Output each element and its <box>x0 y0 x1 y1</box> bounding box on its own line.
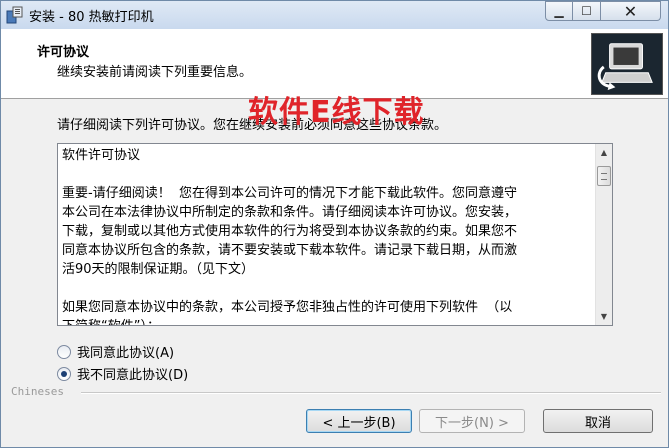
maximize-icon: ☐ <box>581 4 592 18</box>
divider <box>81 392 661 394</box>
maximize-button[interactable]: ☐ <box>573 1 601 21</box>
scroll-thumb[interactable] <box>597 166 611 186</box>
accept-radio[interactable] <box>57 344 71 359</box>
license-line: 下简称“软件”）： <box>62 317 592 325</box>
installer-window: 安装 - 80 热敏打印机 ▁ ☐ ✕ 许可协议 继续安装前请阅读下列重要信息。… <box>0 0 669 448</box>
license-line: 重要-请仔细阅读！ 您在得到本公司许可的情况下才能下载此软件。您同意遵守 <box>62 186 517 201</box>
accept-radio-option[interactable]: 我同意此协议(A) <box>57 342 174 361</box>
license-line <box>62 279 592 298</box>
close-icon: ✕ <box>623 1 638 21</box>
scroll-down-icon[interactable]: ▼ <box>596 308 612 325</box>
decline-radio-label[interactable]: 我不同意此协议(D) <box>77 364 188 383</box>
page-title: 许可协议 <box>37 45 90 60</box>
branding-label: Chineses <box>11 385 64 398</box>
back-button[interactable]: < 上一步(B) <box>306 409 412 433</box>
decline-radio[interactable] <box>57 366 71 381</box>
scroll-up-icon[interactable]: ▲ <box>596 144 612 161</box>
license-line: 软件许可协议 <box>62 148 141 163</box>
minimize-button[interactable]: ▁ <box>545 1 573 21</box>
license-text: 软件许可协议重要-请仔细阅读！ 您在得到本公司许可的情况下才能下载此软件。您同意… <box>62 146 592 325</box>
minimize-icon: ▁ <box>554 4 564 18</box>
decline-radio-option[interactable]: 我不同意此协议(D) <box>57 364 188 383</box>
installer-app-icon <box>6 6 23 24</box>
license-line: 活90天的限制保证期。（见下文） <box>62 262 255 277</box>
title-bar[interactable]: 安装 - 80 热敏打印机 ▁ ☐ ✕ <box>1 1 668 29</box>
accept-radio-label[interactable]: 我同意此协议(A) <box>77 342 174 361</box>
close-button[interactable]: ✕ <box>601 1 661 21</box>
license-line: 下载，复制或以其他方式使用本软件的行为将受到本协议条款的约束。如果您不 <box>62 224 518 239</box>
license-line <box>62 165 592 184</box>
license-line: 本公司在本法律协议中所制定的条款和条件。请仔细阅读本许可协议。您安装， <box>62 205 518 220</box>
next-button[interactable]: 下一步(N) > <box>419 409 525 433</box>
license-textbox[interactable]: 软件许可协议重要-请仔细阅读！ 您在得到本公司许可的情况下才能下载此软件。您同意… <box>57 143 613 326</box>
setup-computer-icon <box>591 33 663 95</box>
page-subtitle: 继续安装前请阅读下列重要信息。 <box>57 65 253 80</box>
license-scrollbar[interactable]: ▲ ▼ <box>595 144 612 325</box>
cancel-button[interactable]: 取消 <box>543 409 653 433</box>
license-line: 如果您同意本协议中的条款，本公司授予您非独占性的许可使用下列软件 （以 <box>62 300 513 315</box>
license-line: 同意本协议所包含的条款，请不要安装或下载本软件。请记录下载日期，从而激 <box>62 243 518 258</box>
watermark-text: 软件E线下载 <box>248 95 425 130</box>
window-title: 安装 - 80 热敏打印机 <box>29 10 154 25</box>
